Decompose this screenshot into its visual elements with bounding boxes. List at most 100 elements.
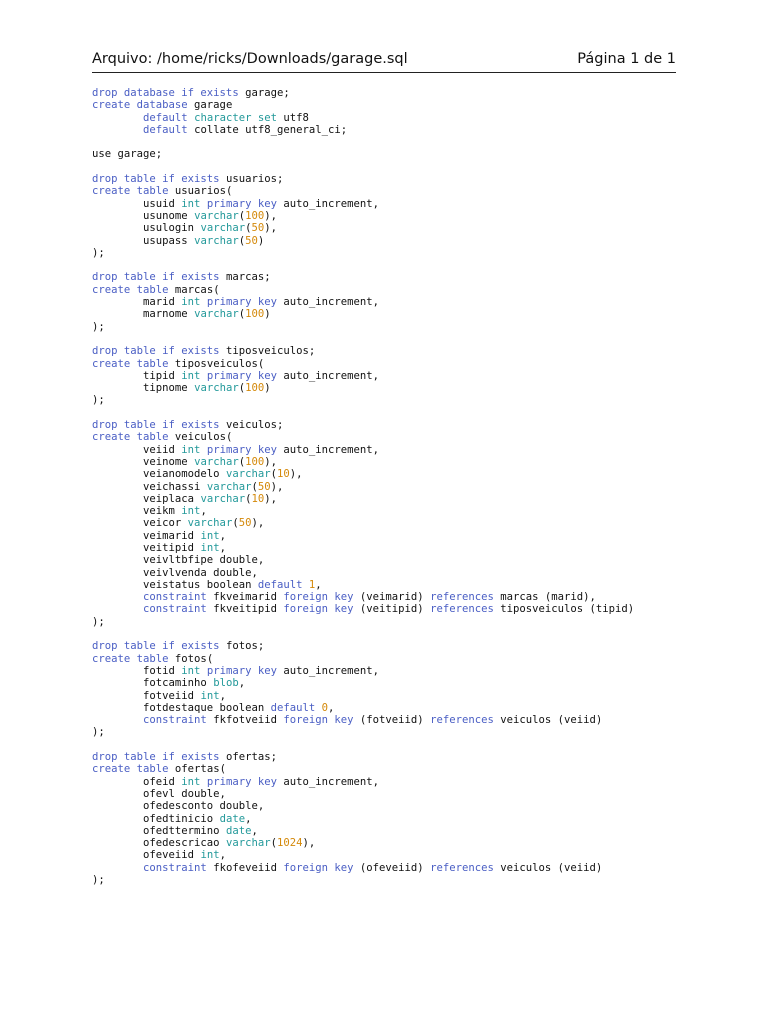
sql-type: varchar <box>194 209 239 222</box>
sql-text: veiculos( <box>168 431 233 444</box>
code-line: ofeveiid int, <box>92 849 634 861</box>
sql-text: marcas; <box>219 271 271 284</box>
sql-text: utf8 <box>277 111 309 124</box>
sql-keyword: drop table if exists <box>92 419 220 432</box>
code-line: create database garage <box>92 99 634 111</box>
code-line: tipid int primary key auto_increment, <box>92 370 634 382</box>
code-line: fotcaminho blob, <box>92 677 634 689</box>
sql-type: int <box>181 443 201 456</box>
sql-text: ofedescricao <box>92 837 226 850</box>
sql-text: ), <box>264 209 278 222</box>
sql-text: garage <box>187 99 233 112</box>
sql-keyword: drop table if exists <box>92 173 220 186</box>
sql-keyword: create table <box>92 431 169 444</box>
sql-text: ) <box>264 382 271 395</box>
sql-number: 100 <box>245 382 265 395</box>
sql-type: varchar <box>225 837 271 850</box>
sql-text: marid <box>92 296 182 309</box>
sql-text: ofeid <box>92 775 182 788</box>
sql-text: usunome <box>92 209 195 222</box>
code-line: ); <box>92 874 634 886</box>
sql-keyword: default <box>270 701 316 714</box>
sql-text: veiplaca <box>92 492 201 505</box>
sql-type: varchar <box>200 222 246 235</box>
sql-number: 100 <box>245 308 265 321</box>
sql-type: character set <box>194 111 277 124</box>
sql-keyword: foreign key <box>283 714 354 727</box>
sql-text: marcas (marid), <box>493 591 596 604</box>
sql-text: , <box>245 812 252 825</box>
sql-text: (fotveiid) <box>353 714 431 727</box>
sql-text: fotveiid <box>92 689 201 702</box>
code-line: veivlvenda double, <box>92 567 634 579</box>
sql-text: (ofeveiid) <box>353 861 431 874</box>
code-line: veivltbfipe double, <box>92 554 634 566</box>
code-line: drop table if exists fotos; <box>92 640 634 652</box>
sql-text: usuarios( <box>168 185 233 198</box>
sql-text: veiculos; <box>219 419 284 432</box>
sql-text: ); <box>92 615 105 628</box>
code-line: constraint fkofeveiid foreign key (ofeve… <box>92 862 634 874</box>
sql-text: , <box>200 505 207 518</box>
sql-text: veiculos (veiid) <box>493 861 603 874</box>
sql-keyword: drop table if exists <box>92 271 220 284</box>
sql-text: (veimarid) <box>353 591 431 604</box>
sql-text: fotos; <box>219 640 265 653</box>
sql-type: int <box>181 197 201 210</box>
code-line: veiid int primary key auto_increment, <box>92 444 634 456</box>
sql-text: use garage; <box>92 148 163 161</box>
code-line: veikm int, <box>92 505 634 517</box>
code-line: veistatus boolean default 1, <box>92 579 634 591</box>
code-line: constraint fkveimarid foreign key (veima… <box>92 591 634 603</box>
sql-number: 50 <box>238 517 252 530</box>
sql-keyword: drop table if exists <box>92 640 220 653</box>
sql-text: veiculos (veiid) <box>493 714 603 727</box>
sql-text: veianomodelo <box>92 468 226 481</box>
sql-text: ); <box>92 874 105 886</box>
sql-type: int <box>181 369 201 382</box>
code-line: default character set utf8 <box>92 112 634 124</box>
sql-text: fkfotveiid <box>206 714 284 727</box>
sql-text: , <box>238 677 246 690</box>
code-line: constraint fkfotveiid foreign key (fotve… <box>92 714 634 726</box>
sql-number: 10 <box>251 492 265 505</box>
code-line: veichassi varchar(50), <box>92 481 634 493</box>
sql-text: auto_increment, <box>277 369 380 382</box>
file-path-label: Arquivo: /home/ricks/Downloads/garage.sq… <box>92 51 408 67</box>
sql-text: ), <box>270 480 284 493</box>
sql-number: 50 <box>257 480 271 493</box>
sql-keyword: create table <box>92 652 169 665</box>
sql-keyword: constraint <box>143 861 207 874</box>
code-line: usunome varchar(100), <box>92 210 634 222</box>
sql-number: 50 <box>251 222 265 235</box>
code-line: constraint fkveitipid foreign key (veiti… <box>92 603 634 615</box>
sql-text: fotdestaque boolean <box>92 701 271 714</box>
sql-text: ); <box>92 246 105 259</box>
sql-text: collate utf8_general_ci; <box>187 123 348 136</box>
sql-text: tipnome <box>92 382 195 395</box>
sql-text: tiposveiculos( <box>168 357 265 370</box>
sql-keyword: primary key <box>206 369 277 382</box>
sql-text: auto_increment, <box>277 197 380 210</box>
code-line: usupass varchar(50) <box>92 235 634 247</box>
sql-type: int <box>181 296 201 309</box>
code-line: ofedttermino date, <box>92 825 634 837</box>
sql-keyword: constraint <box>143 591 207 604</box>
code-line: create table usuarios( <box>92 185 634 197</box>
sql-number: 100 <box>245 209 265 222</box>
code-line: fotid int primary key auto_increment, <box>92 665 634 677</box>
sql-text: ); <box>92 320 105 333</box>
sql-type: int <box>200 529 220 542</box>
sql-text: fotid <box>92 664 182 677</box>
sql-text: ), <box>264 455 278 468</box>
sql-type: varchar <box>194 234 239 247</box>
sql-keyword: create table <box>92 185 169 198</box>
sql-text: fotos( <box>168 652 214 665</box>
code-line: ); <box>92 321 634 333</box>
sql-text: (veitipid) <box>353 603 431 616</box>
